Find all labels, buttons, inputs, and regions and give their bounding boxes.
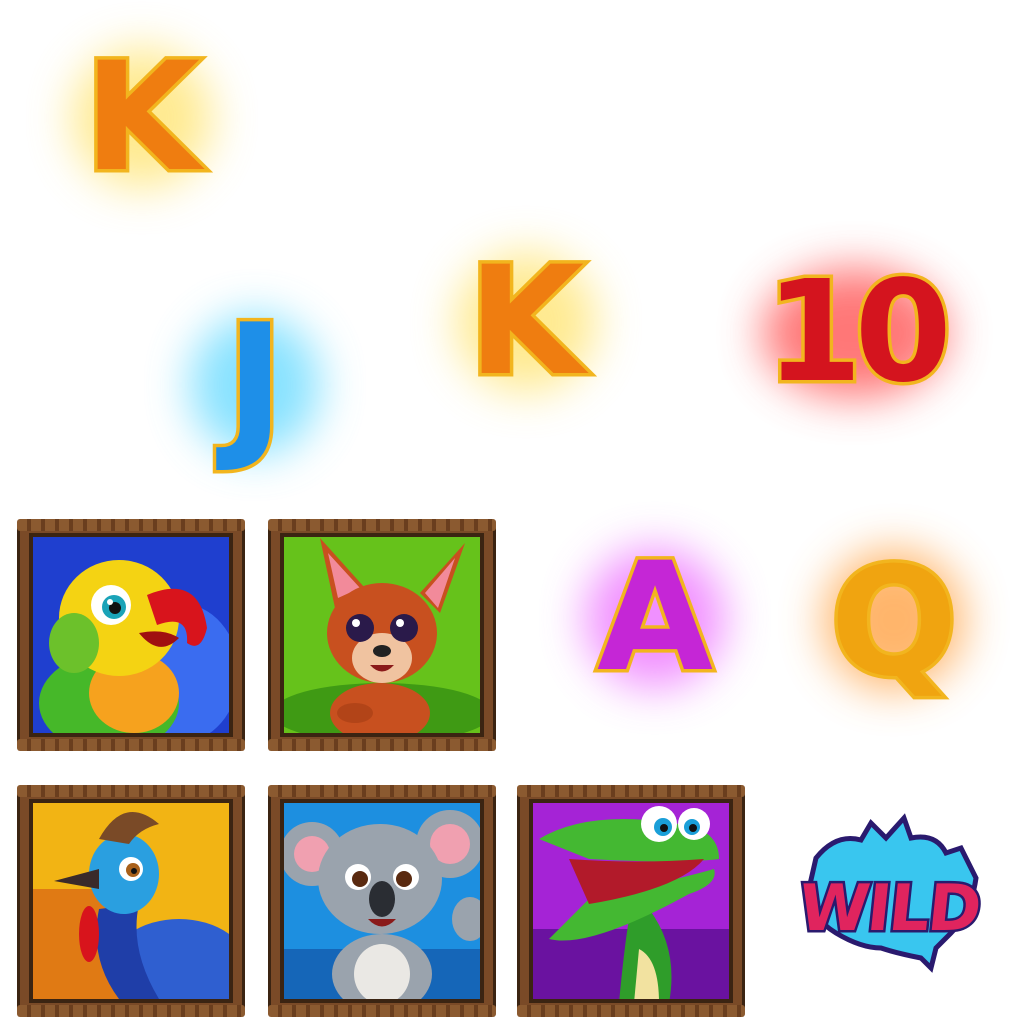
wild-symbol: WILD bbox=[786, 808, 992, 976]
a-symbol: A bbox=[580, 528, 730, 708]
koala-tile bbox=[268, 785, 496, 1017]
crocodile-tile bbox=[517, 785, 745, 1017]
k-symbol-top: K bbox=[62, 28, 222, 208]
k-symbol-middle-label: K bbox=[464, 235, 587, 409]
wild-label: WILD bbox=[792, 870, 985, 949]
q-symbol-label: Q bbox=[827, 535, 961, 710]
k-symbol-middle: K bbox=[446, 232, 606, 412]
ten-symbol-label: 10 bbox=[762, 251, 956, 414]
kangaroo-tile bbox=[268, 519, 496, 751]
cassowary-tile bbox=[17, 785, 245, 1017]
ten-symbol: 10 bbox=[752, 258, 957, 408]
j-symbol: J bbox=[180, 290, 330, 475]
k-symbol-top-label: K bbox=[80, 31, 203, 205]
parrot-tile bbox=[17, 519, 245, 751]
j-symbol-label: J bbox=[222, 288, 288, 476]
q-symbol: Q bbox=[814, 530, 974, 715]
a-symbol-label: A bbox=[593, 531, 716, 705]
